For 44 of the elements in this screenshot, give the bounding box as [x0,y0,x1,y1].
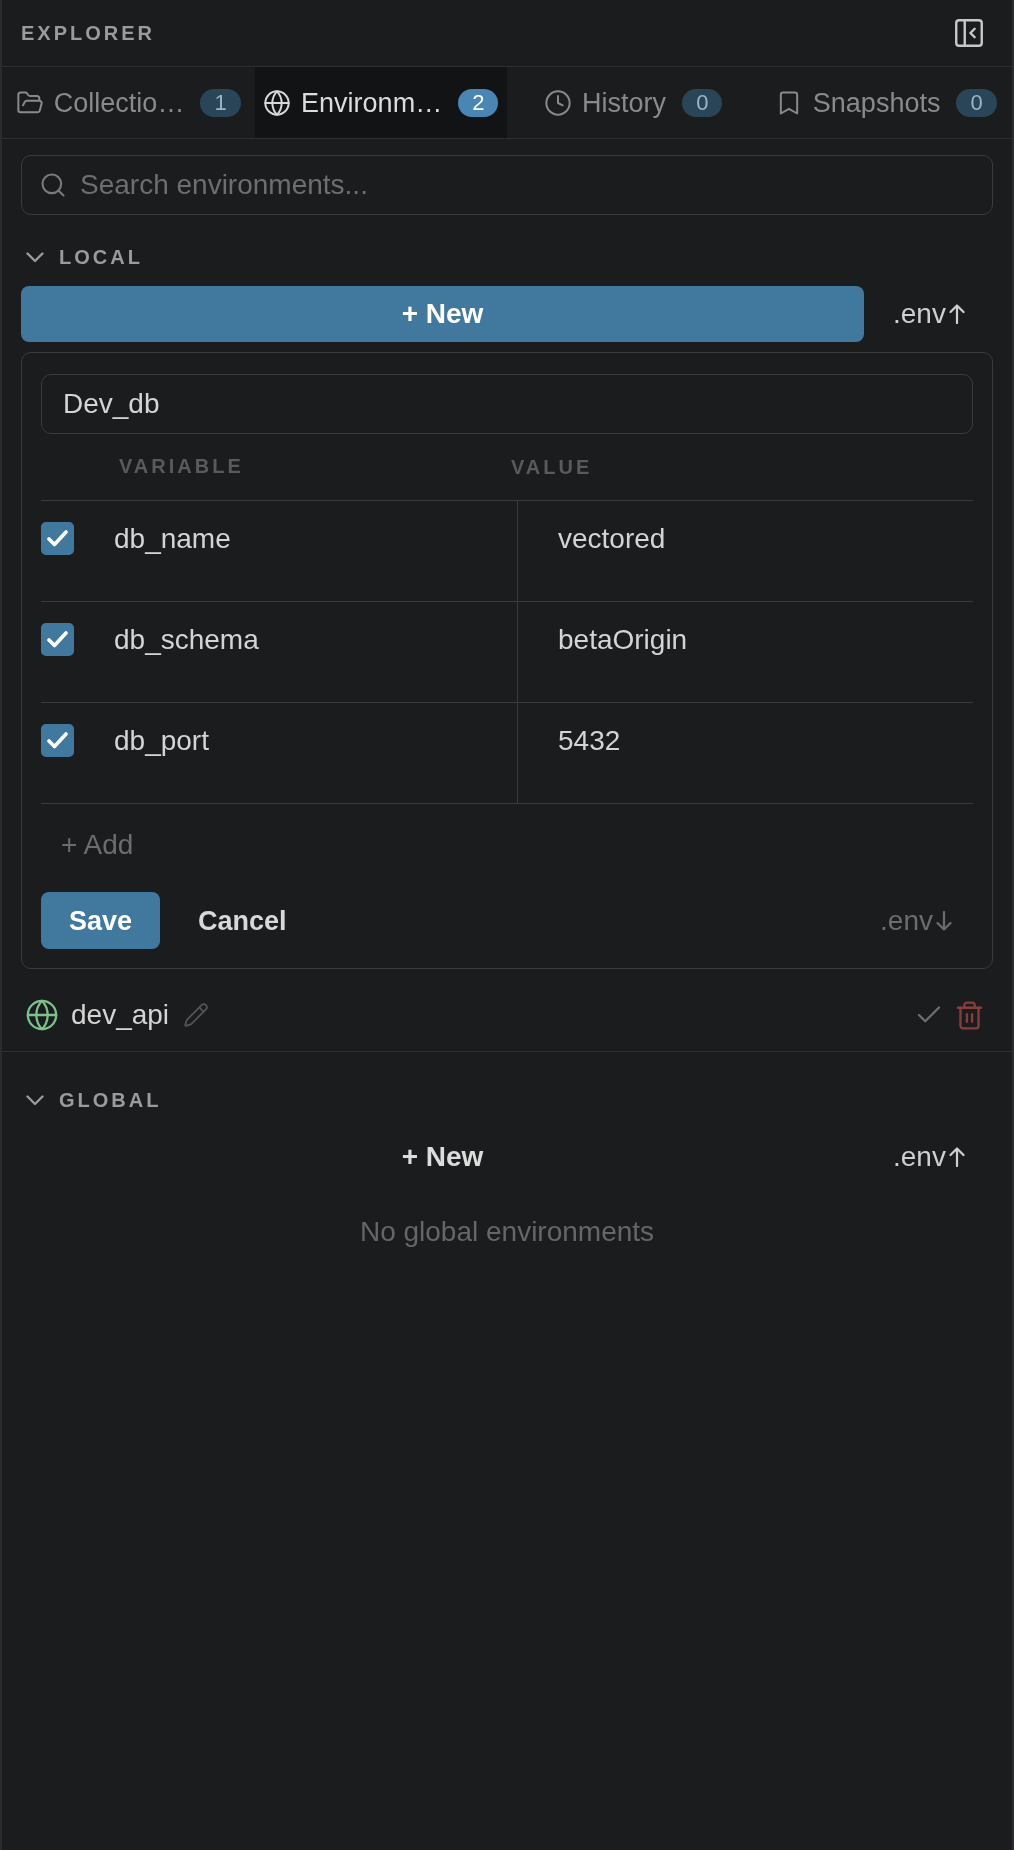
env-button[interactable]: .env [893,1140,965,1174]
value-field[interactable]: 5432 [517,703,973,803]
panel-title: EXPLORER [21,21,156,45]
column-header: VARIABLE [119,455,244,477]
new-button[interactable]: + New [393,1135,492,1179]
section-title: GLOBAL [59,1088,162,1112]
tab[interactable]: History 0 [507,67,760,138]
environment-name[interactable]: dev_api [71,998,170,1032]
count-badge: 0 [682,88,723,117]
search-icon [39,171,67,199]
arrow-down-icon [936,910,952,931]
count-badge: 1 [200,88,241,117]
count-badge: 0 [956,88,997,117]
checkmark-icon [47,732,68,749]
chevron-down-icon[interactable] [26,251,44,263]
value-field[interactable]: vectored [517,501,973,601]
variable-field[interactable]: db_schema [114,602,517,702]
save-button[interactable]: Save [41,892,161,949]
count-badge: 2 [458,88,499,117]
arrow-up-icon [948,304,965,324]
column-header: VALUE [511,455,593,479]
env-button[interactable]: .env [893,297,965,331]
checkbox[interactable] [41,522,74,555]
variable-field[interactable]: db_name [114,501,517,601]
section-title: LOCAL [59,245,143,269]
empty-message: No global environments [358,1215,656,1249]
variable-field[interactable]: db_port [114,703,517,803]
tab[interactable]: Collectio… 1 [2,67,255,138]
chevron-down-icon[interactable] [26,1094,44,1106]
clock-icon [544,88,573,117]
globe-icon [263,88,292,117]
checkmark-icon [47,530,68,547]
tab[interactable]: Snapshots 0 [759,67,1012,138]
arrow-up-icon [948,1147,965,1167]
sidebar-panel-icon[interactable] [952,16,986,50]
tab[interactable]: Environm… 2 [254,67,507,138]
value-field[interactable]: betaOrigin [517,602,973,702]
new-button[interactable]: + New [21,286,864,342]
checkbox[interactable] [41,623,74,656]
cancel-button[interactable]: Cancel [188,898,297,943]
checkmark-icon [47,631,68,648]
environment-name-field[interactable]: Dev_db [41,374,973,434]
globe-icon [25,998,59,1032]
checkbox[interactable] [41,724,74,757]
